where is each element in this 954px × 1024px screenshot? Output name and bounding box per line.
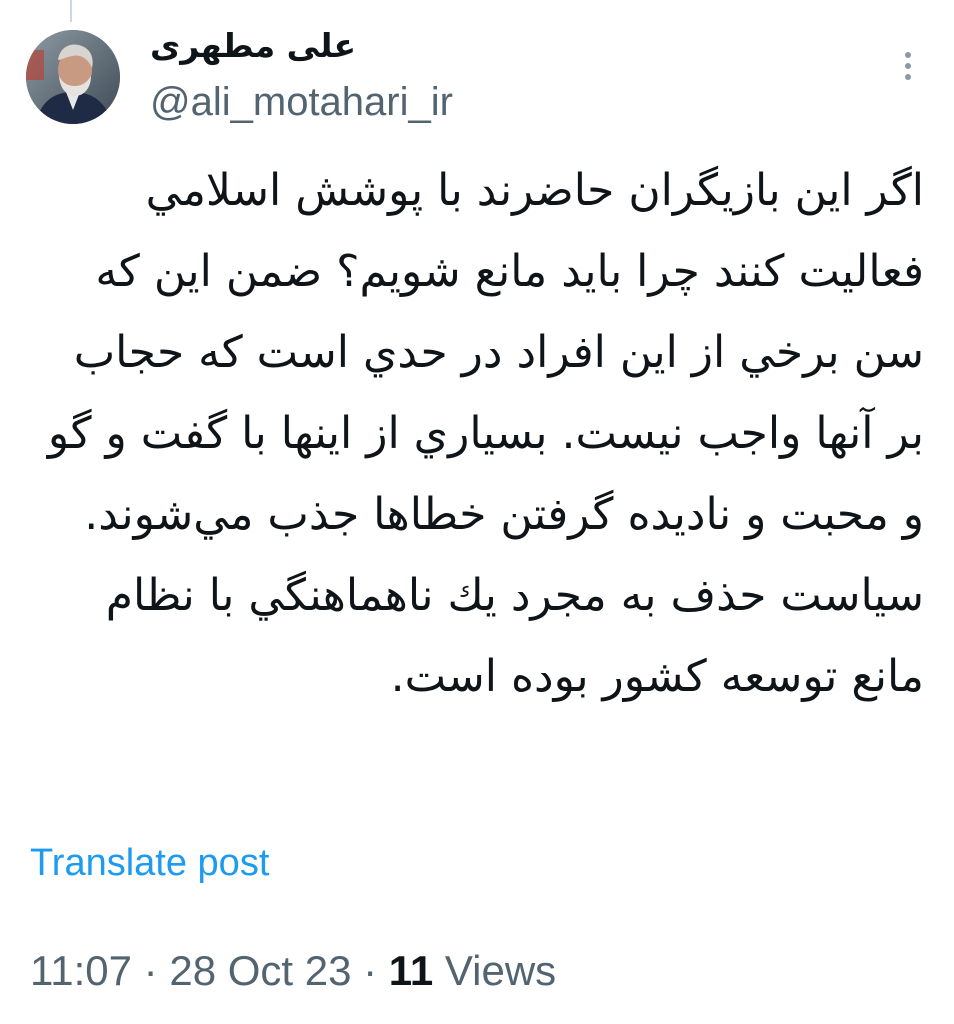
avatar[interactable] — [26, 30, 120, 124]
tweet-date[interactable]: 28 Oct 23 — [169, 947, 351, 994]
more-vertical-icon — [905, 52, 911, 80]
views-count: 11 — [388, 947, 434, 994]
more-options-button[interactable] — [888, 46, 928, 86]
author-display-name[interactable]: علی مطهری — [150, 22, 360, 70]
tweet-card: علی مطهری @ali_motahari_ir اگر اين بازيگ… — [0, 0, 954, 1024]
views-label: Views — [444, 947, 557, 994]
tweet-meta: 11:07 · 28 Oct 23 · 11 Views — [30, 944, 556, 998]
meta-separator: · — [363, 947, 378, 994]
thread-connector-line — [70, 0, 72, 22]
tweet-text: اگر اين بازيگران حاضرند با پوشش اسلامي ف… — [47, 165, 924, 702]
tweet-time[interactable]: 11:07 — [30, 947, 132, 994]
profile-photo-icon — [26, 30, 120, 124]
translate-post-link[interactable]: Translate post — [30, 838, 269, 888]
author-handle[interactable]: @ali_motahari_ir — [150, 76, 453, 128]
meta-separator: · — [143, 947, 158, 994]
